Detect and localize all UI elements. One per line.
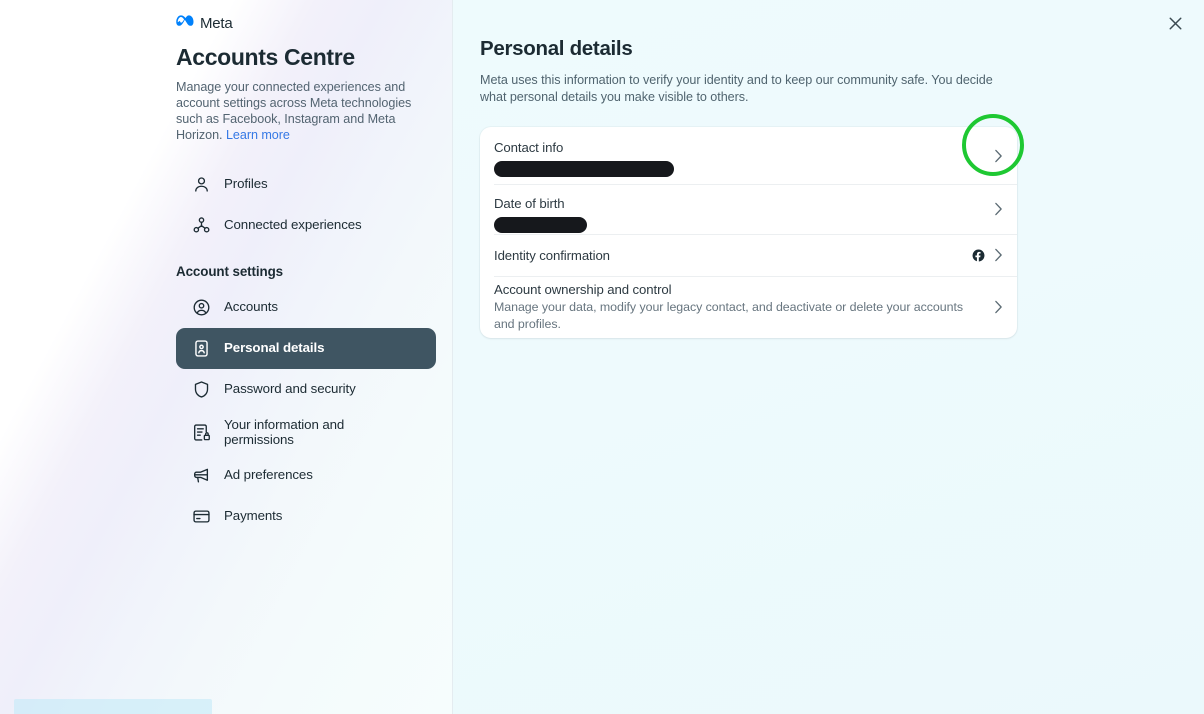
learn-more-link[interactable]: Learn more xyxy=(226,128,290,142)
row-content: Identity confirmation xyxy=(494,248,962,263)
personal-details-card: Contact info Date of birth Identity conf… xyxy=(480,127,1017,338)
close-icon xyxy=(1169,17,1181,29)
row-actions xyxy=(984,300,1003,314)
accounts-centre-description: Manage your connected experiences and ac… xyxy=(176,80,420,144)
row-content: Account ownership and control Manage you… xyxy=(494,282,984,332)
accounts-centre-window: Meta Accounts Centre Manage your connect… xyxy=(0,0,1204,714)
meta-brand: Meta xyxy=(176,14,436,32)
row-label: Date of birth xyxy=(494,196,565,211)
sidebar-item-label: Password and security xyxy=(224,381,356,397)
sidebar-item-label: Your information and permissions xyxy=(224,416,345,448)
primary-nav-list: Profiles Connected experiences Account s… xyxy=(176,164,436,537)
row-content: Date of birth xyxy=(494,196,1003,233)
sidebar-item-label: Connected experiences xyxy=(224,217,362,233)
sidebar-item-label: Payments xyxy=(224,508,283,524)
row-label: Contact info xyxy=(494,140,564,155)
page-title: Personal details xyxy=(480,37,633,60)
account-circle-icon xyxy=(190,296,212,318)
sidebar-item-payments[interactable]: Payments xyxy=(176,496,436,537)
close-button[interactable] xyxy=(1160,8,1190,38)
row-identity-confirmation[interactable]: Identity confirmation xyxy=(480,234,1017,276)
description-text: Manage your connected experiences and ac… xyxy=(176,80,412,142)
shield-icon xyxy=(190,378,212,400)
sidebar-item-profiles[interactable]: Profiles xyxy=(176,164,436,205)
row-label: Account ownership and control xyxy=(494,282,672,298)
sidebar-item-password-and-security[interactable]: Password and security xyxy=(176,369,436,410)
accounts-centre-title: Accounts Centre xyxy=(176,44,355,70)
row-label: Identity confirmation xyxy=(494,247,610,263)
sidebar-item-label: Ad preferences xyxy=(224,467,313,483)
sidebar-item-label: Accounts xyxy=(224,299,278,315)
chevron-right-icon[interactable] xyxy=(994,300,1003,314)
sidebar-item-label: Profiles xyxy=(224,176,268,192)
sidebar-panel: Meta Accounts Centre Manage your connect… xyxy=(0,0,453,714)
document-lock-icon xyxy=(190,421,212,443)
sidebar-item-ad-preferences[interactable]: Ad preferences xyxy=(176,455,436,496)
meta-infinity-logo-icon xyxy=(176,14,195,32)
megaphone-icon xyxy=(190,464,212,486)
sidebar-item-your-information-and-permissions[interactable]: Your information and permissions xyxy=(176,410,436,455)
content-panel: Personal details Meta uses this informat… xyxy=(453,0,1204,714)
network-nodes-icon xyxy=(190,214,212,236)
row-content: Contact info xyxy=(494,140,1003,177)
sidebar-item-personal-details[interactable]: Personal details xyxy=(176,327,436,369)
chevron-right-icon[interactable] xyxy=(994,202,1003,216)
facebook-icon xyxy=(972,249,985,262)
personal-details-content: Personal details Meta uses this informat… xyxy=(480,0,1040,338)
chevron-right-icon[interactable] xyxy=(994,248,1003,262)
sidebar-item-label: Personal details xyxy=(224,340,325,356)
row-actions xyxy=(984,184,1003,234)
person-icon xyxy=(190,173,212,195)
redacted-value xyxy=(494,217,587,233)
redacted-value xyxy=(494,161,674,177)
row-date-of-birth[interactable]: Date of birth xyxy=(480,184,1017,234)
row-contact-info[interactable]: Contact info xyxy=(480,127,1017,184)
sidebar-item-accounts[interactable]: Accounts xyxy=(176,287,436,328)
sidebar-item-connected-experiences[interactable]: Connected experiences xyxy=(176,205,436,246)
row-actions xyxy=(984,127,1003,184)
page-description: Meta uses this information to verify you… xyxy=(480,73,993,104)
meta-brand-label: Meta xyxy=(200,14,233,32)
sidebar-section-heading: Account settings xyxy=(176,263,284,279)
sidebar: Meta Accounts Centre Manage your connect… xyxy=(176,0,436,537)
row-account-ownership-and-control[interactable]: Account ownership and control Manage you… xyxy=(480,276,1017,338)
id-card-icon xyxy=(190,337,212,359)
credit-card-icon xyxy=(190,505,212,527)
status-strip xyxy=(14,699,212,714)
row-actions xyxy=(962,248,1003,262)
row-sublabel: Manage your data, modify your legacy con… xyxy=(494,300,963,331)
chevron-right-icon[interactable] xyxy=(994,149,1003,163)
